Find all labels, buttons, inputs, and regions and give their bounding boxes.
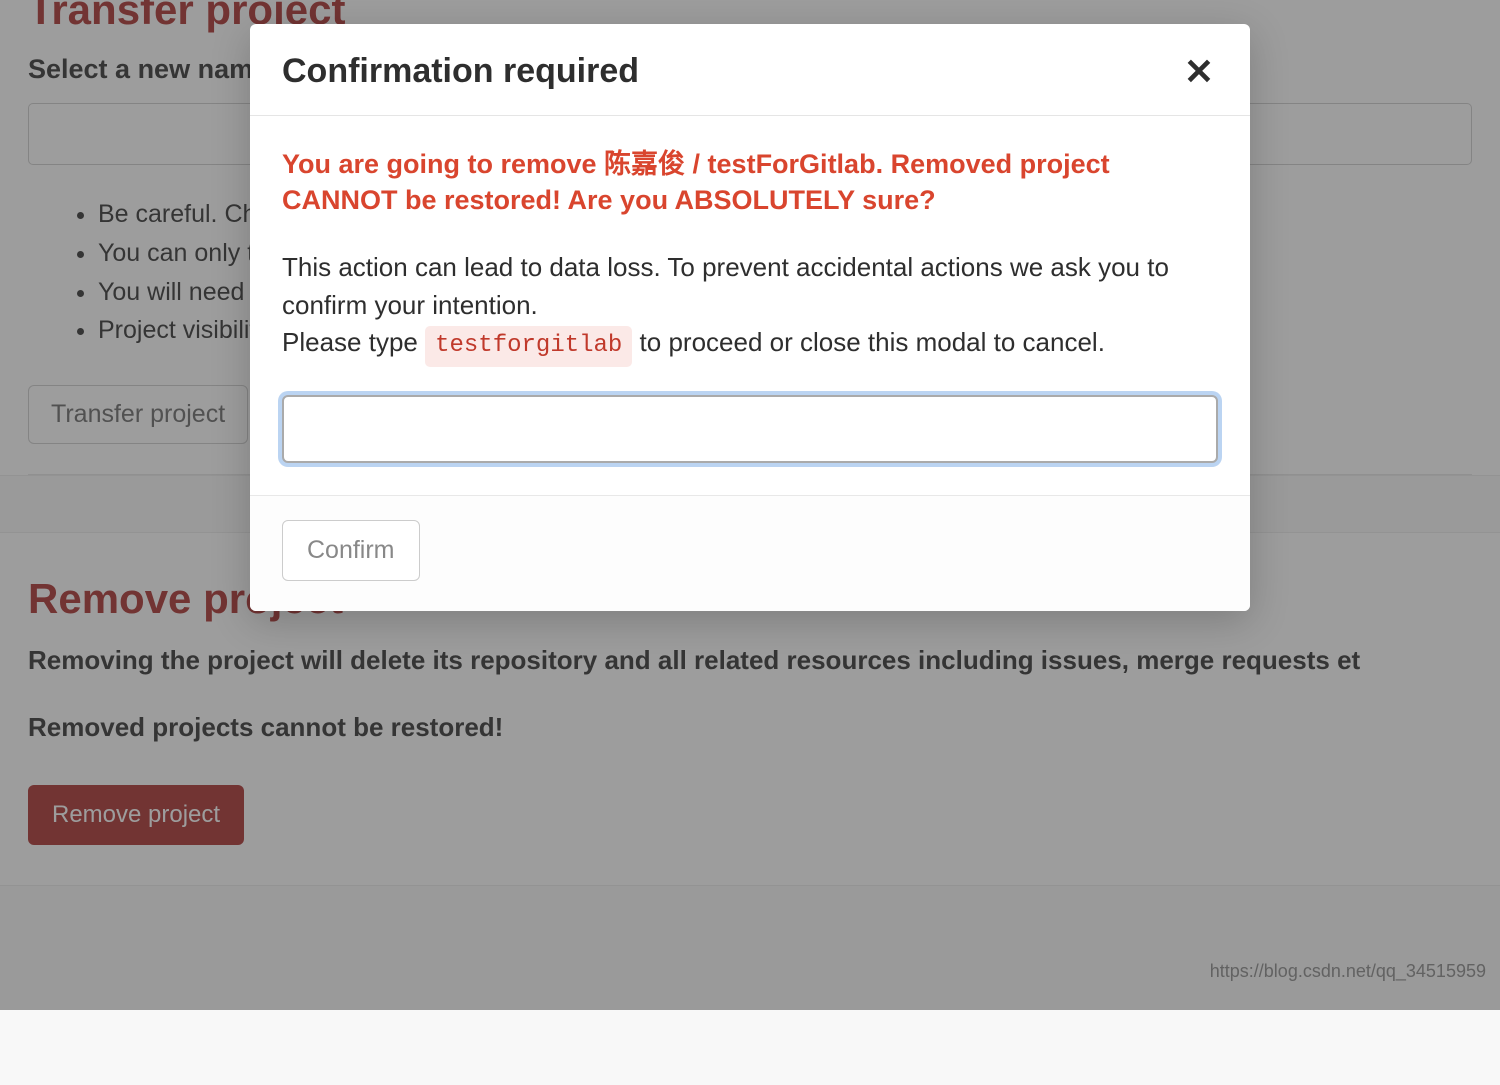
confirmation-modal: Confirmation required ✕ You are going to… [250,24,1250,611]
close-icon[interactable]: ✕ [1180,54,1218,90]
modal-body-text: This action can lead to data loss. To pr… [282,249,1218,367]
confirmation-code: testforgitlab [425,326,632,367]
modal-body-post: to proceed or close this modal to cancel… [632,327,1105,357]
modal-body-pre: Please type [282,327,425,357]
modal-warning-text: You are going to remove 陈嘉俊 / testForGit… [282,146,1218,219]
modal-title: Confirmation required [282,52,639,91]
modal-body-line1: This action can lead to data loss. To pr… [282,252,1169,320]
confirm-button[interactable]: Confirm [282,520,420,581]
confirmation-input[interactable] [282,395,1218,463]
